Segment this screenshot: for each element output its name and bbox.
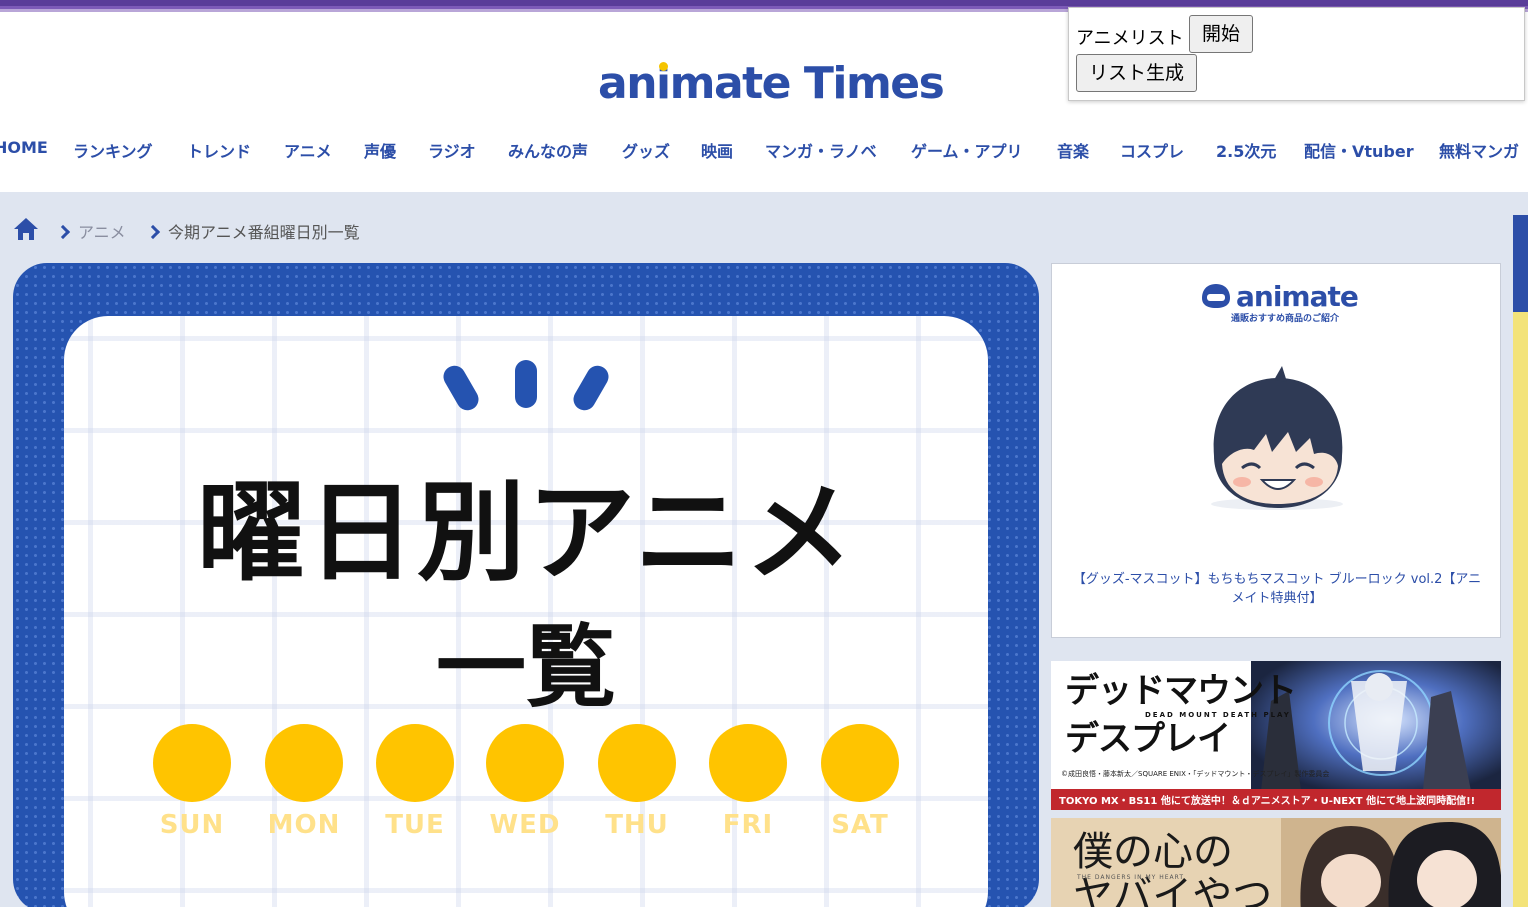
day-circle [153,724,231,802]
animate-mascot-icon [1202,284,1230,308]
day-tue: TUE [376,724,454,840]
banner2-title: 僕の心の ヤバイやつ [1073,829,1273,907]
emphasis-mark [439,361,483,415]
main-nav: HOME ランキング トレンド アニメ 声優 ラジオ みんなの声 グッズ 映画 … [0,138,1528,168]
banner1-copyright: ©成田良悟・藤本新太／SQUARE ENIX・「デッドマウント・デスプレイ」製作… [1061,770,1330,778]
product-caption-link[interactable]: 【グッズ-マスコット】もちもちマスコット ブルーロック vol.2【アニメイト特… [1072,570,1482,608]
animate-shop-logo: animate 通販おすすめ商品のご紹介 [1200,280,1360,324]
breadcrumb-item-current: 今期アニメ番組曜日別一覧 [145,219,360,243]
day-sun: SUN [153,724,231,840]
nav-item-movie[interactable]: 映画 [701,138,733,162]
day-fri: FRI [709,724,787,840]
hero-card: 曜日別アニメ 一覧 SUN MON TUE WED THU FRI SAT [64,316,988,907]
nav-item-ranking[interactable]: ランキング [73,138,153,162]
nav-item-cosplay[interactable]: コスプレ [1120,138,1184,162]
product-mascot-image[interactable] [1192,364,1362,524]
hero-title: 曜日別アニメ [197,471,855,596]
anime-list-label: アニメリスト [1076,28,1184,49]
nav-item-music[interactable]: 音楽 [1057,138,1089,162]
generate-list-button[interactable]: リスト生成 [1076,54,1198,92]
hero-title-line2: 一覧 [436,615,616,720]
day-wed: WED [486,724,564,840]
nav-item-vtuber[interactable]: 配信・Vtuber [1304,138,1414,162]
anime-list-extension-panel: アニメリスト 開始 リスト生成 [1068,7,1525,101]
hero-image: 曜日別アニメ 一覧 SUN MON TUE WED THU FRI SAT [13,263,1039,907]
site-logo[interactable]: animate Times [598,58,945,109]
emphasis-mark [569,361,613,415]
nav-item-free-manga[interactable]: 無料マンガ [1439,138,1519,162]
day-circle [265,724,343,802]
day-circle [821,724,899,802]
nav-item-2-5-dimension[interactable]: 2.5次元 [1216,138,1276,162]
nav-item-goods[interactable]: グッズ [622,138,670,162]
nav-item-manga[interactable]: マンガ・ラノベ [765,138,877,162]
nav-item-radio[interactable]: ラジオ [428,138,476,162]
nav-item-seiyu[interactable]: 声優 [364,138,396,162]
nav-item-anime[interactable]: アニメ [284,138,332,162]
breadcrumb-item-anime[interactable]: アニメ [55,219,126,243]
banner1-title: デッドマウント DEAD MOUNT DEATH PLAY デスプレイ [1065,671,1297,759]
banner2-subtitle: THE DANGERS IN MY HEART [1077,874,1185,881]
sidebar-scrollbar-thumb[interactable] [1513,215,1528,312]
day-circle [486,724,564,802]
day-thu: THU [598,724,676,840]
day-sat: SAT [821,724,899,840]
dead-mount-death-play-banner[interactable]: デッドマウント DEAD MOUNT DEATH PLAY デスプレイ ©成田良… [1051,661,1501,810]
animate-shop-recommendation[interactable]: animate 通販おすすめ商品のご紹介 【グッズ-マスコット】もちもちマスコッ… [1051,263,1501,638]
nav-item-home[interactable]: HOME [0,138,48,157]
day-circle [598,724,676,802]
home-icon[interactable] [12,215,40,243]
day-circle [376,724,454,802]
nav-item-trend[interactable]: トレンド [187,138,251,162]
start-button[interactable]: 開始 [1189,15,1254,53]
sidebar-scrollbar-track[interactable] [1513,215,1528,907]
boku-no-kokoro-banner[interactable]: 僕の心の ヤバイやつ THE DANGERS IN MY HEART [1051,818,1501,907]
nav-item-minnanokoe[interactable]: みんなの声 [508,138,588,162]
emphasis-mark [515,360,537,408]
day-mon: MON [265,724,343,840]
banner1-footer: TOKYO MX・BS11 他にて放送中！＆ｄアニメストア・U-NEXT 他にて… [1059,796,1476,807]
nav-item-game[interactable]: ゲーム・アプリ [911,138,1023,162]
day-circle [709,724,787,802]
